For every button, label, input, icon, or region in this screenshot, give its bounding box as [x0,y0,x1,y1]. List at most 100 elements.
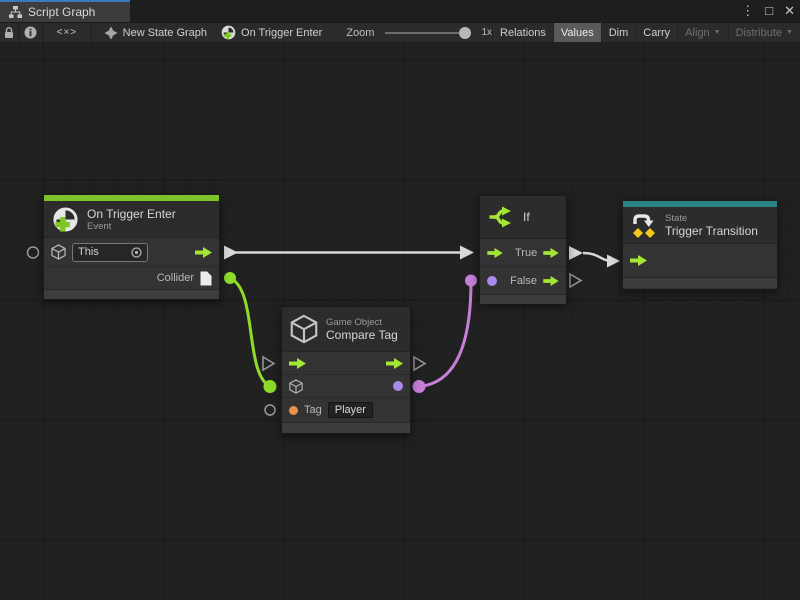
new-state-graph-label: New State Graph [123,27,207,39]
object-picker-icon[interactable] [131,247,142,258]
flow-arrow-out-icon[interactable] [543,276,559,286]
tab-script-graph[interactable]: Script Graph [0,0,130,22]
false-label: False [510,275,537,287]
lock-icon [4,27,14,39]
view-toggles: Relations Values Dim Carry Align ▼ Distr… [492,23,800,42]
chevron-down-icon: ▼ [786,29,793,36]
chevron-down-icon: ▼ [714,29,721,36]
new-state-graph-button[interactable]: New State Graph [104,23,207,42]
state-graph-icon [104,26,118,40]
zoom-slider-knob[interactable] [459,27,471,39]
values-toggle[interactable]: Values [553,23,601,42]
window-menu-icon[interactable]: ⋮ [741,0,754,22]
title-bar: Script Graph ⋮ □ ✕ [0,0,800,22]
tag-label: Tag [304,404,322,416]
flow-arrow-in-icon[interactable] [630,255,647,266]
node-footer [282,422,410,433]
node-footer [623,277,777,288]
lock-button[interactable] [0,23,18,42]
event-icon [52,206,79,233]
node-footer [44,289,219,299]
node-subtitle: State [665,213,758,224]
port-if-condition-in[interactable] [465,275,477,287]
window-controls: ⋮ □ ✕ [741,0,795,22]
relations-toggle[interactable]: Relations [492,23,553,42]
graph-toolbar: <×> New State Graph On Trigger Enter Zoo… [0,22,800,42]
event-icon [221,25,236,40]
close-icon[interactable]: ✕ [784,0,795,22]
zoom-control: Zoom 1x [346,23,492,42]
maximize-icon[interactable]: □ [765,0,773,22]
port-row-true: True [480,239,566,267]
node-subtitle: Event [87,221,176,232]
port-if-true-out[interactable] [569,246,583,260]
flow-arrow-in-icon[interactable] [487,248,503,258]
transition-icon [631,212,657,239]
flow-arrow-out-icon[interactable] [195,247,212,258]
breadcrumb-label: On Trigger Enter [241,27,322,39]
node-header: Game Object Compare Tag [282,307,410,352]
node-on-trigger-enter[interactable]: On Trigger Enter Event This Collider [43,194,220,300]
distribute-dropdown[interactable]: Distribute ▼ [728,23,800,42]
toolbar-separator [91,23,92,42]
target-value: This [78,246,131,258]
port-row-gameobject [282,375,410,398]
string-input-port[interactable] [289,406,298,415]
node-footer [480,294,566,304]
port-comparetag-gameobject-in[interactable] [264,380,277,393]
zoom-label: Zoom [346,27,374,39]
condition-input-port[interactable] [487,276,497,286]
breadcrumb[interactable]: On Trigger Enter [221,23,322,42]
node-compare-tag[interactable]: Game Object Compare Tag Tag Player [281,306,411,434]
node-title: On Trigger Enter [87,207,176,221]
port-row-flow-in [623,244,777,277]
gameobject-cube-icon [290,314,318,344]
tag-value-field[interactable]: Player [328,402,373,418]
branch-icon [488,205,515,229]
node-if[interactable]: If True False [479,195,567,303]
info-icon [24,26,37,39]
port-collider-out[interactable] [224,272,236,284]
port-ote-flow-out[interactable] [224,246,238,260]
node-title: Trigger Transition [665,224,758,238]
values-label: Values [561,27,594,39]
gameobject-cube-icon [51,244,66,260]
info-button[interactable] [19,23,42,42]
relations-label: Relations [500,27,546,39]
carry-toggle[interactable]: Carry [635,23,677,42]
node-title: If [523,210,530,224]
zoom-value: 1x [481,27,492,38]
zoom-slider[interactable] [385,27,471,39]
align-dropdown[interactable]: Align ▼ [677,23,727,42]
flow-arrow-out-icon[interactable] [543,248,559,258]
collider-doc-icon[interactable] [200,271,212,286]
flow-arrow-out-icon[interactable] [386,358,403,369]
graph-canvas[interactable]: On Trigger Enter Event This Collider [0,42,800,600]
node-header: If [480,196,566,239]
node-header: On Trigger Enter Event [44,201,219,238]
distribute-label: Distribute [736,27,782,39]
wire-if-to-transition-arrowhead [607,255,620,268]
port-tag-input[interactable] [265,405,275,415]
align-label: Align [685,27,709,39]
port-comparetag-flow-in[interactable] [263,357,274,370]
node-header: State Trigger Transition [623,207,777,244]
collider-label: Collider [157,272,194,284]
node-trigger-transition[interactable]: State Trigger Transition [622,200,778,290]
port-this-input[interactable] [28,247,39,258]
port-row-tag: Tag Player [282,398,410,422]
port-row-collider: Collider [44,267,219,289]
wire-comparetag-to-if[interactable] [419,281,471,387]
dim-toggle[interactable]: Dim [601,23,636,42]
port-row-false: False [480,267,566,294]
target-dropdown[interactable]: This [72,243,148,262]
gameobject-cube-icon[interactable] [289,379,303,394]
port-comparetag-flow-out[interactable] [414,357,425,370]
true-label: True [515,247,537,259]
flow-arrow-in-icon[interactable] [289,358,306,369]
wire-ote-to-if-arrowhead [460,246,474,260]
port-if-false-out[interactable] [570,274,581,287]
port-comparetag-bool-out[interactable] [413,380,426,393]
code-preview-button[interactable]: <×> [43,23,91,42]
bool-output-port[interactable] [393,381,403,391]
